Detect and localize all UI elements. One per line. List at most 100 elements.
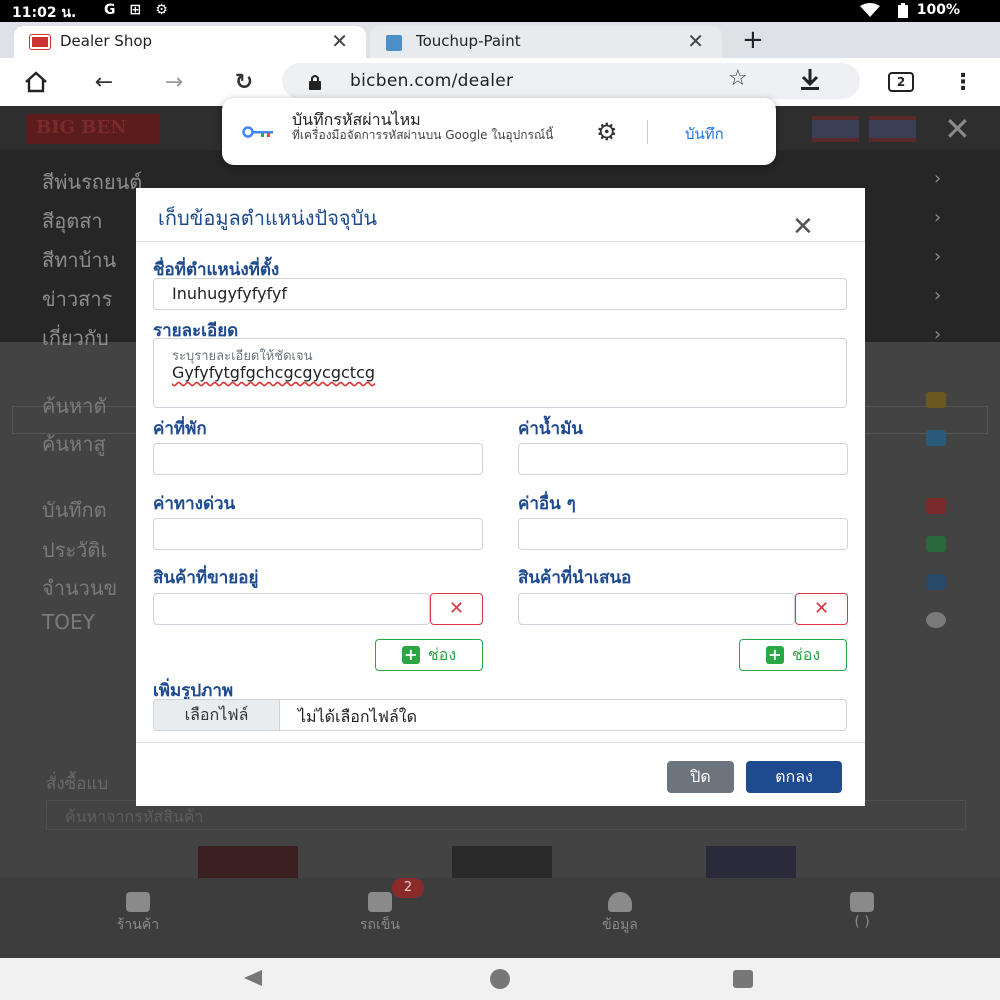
nav-contact[interactable]: ( ): [812, 892, 912, 930]
nav-store[interactable]: ร้านค้า: [88, 892, 188, 936]
nav-profile[interactable]: ข้อมูล: [570, 892, 670, 936]
download-icon[interactable]: [800, 69, 820, 91]
nav-label: ข้อมูล: [602, 917, 638, 933]
status-bar: 11:02 น. G ⊞ ⚙ 100%: [0, 0, 1000, 22]
lodging-cost-label: ค่าที่พัก: [153, 419, 207, 439]
cart-icon: [368, 892, 392, 912]
close-icon[interactable]: ✕: [792, 214, 814, 240]
battery-level: 100%: [916, 2, 960, 18]
side-menu-item[interactable]: TOEY: [42, 610, 95, 634]
more-menu-icon[interactable]: ⋮: [952, 70, 974, 95]
remove-sold-product-button[interactable]: ✕: [430, 593, 483, 625]
home-button[interactable]: [20, 66, 52, 98]
url-text[interactable]: bicben.com/dealer: [350, 71, 513, 91]
contact-book-icon: [850, 892, 874, 912]
lodging-cost-input[interactable]: [153, 443, 483, 475]
home-icon: [25, 71, 47, 93]
chevron-right-icon: ›: [934, 168, 942, 189]
tab-close-icon[interactable]: ✕: [687, 29, 704, 53]
add-offered-product-slot-button[interactable]: + ช่อง: [739, 639, 847, 671]
status-time: 11:02 น.: [12, 5, 77, 21]
divider: [647, 120, 648, 144]
products-sold-input[interactable]: [153, 593, 430, 625]
modal-header: เก็บข้อมูลตำแหน่งปัจจุบัน ✕: [136, 188, 865, 242]
menu-item[interactable]: เกี่ยวกับ: [42, 322, 109, 354]
gear-icon[interactable]: ⚙: [596, 118, 618, 146]
side-menu-item[interactable]: จำนวนข: [42, 572, 117, 604]
tab-title: Touchup-Paint: [416, 32, 521, 50]
touchup-favicon-icon: [386, 35, 402, 51]
tab-switcher-button[interactable]: 2: [888, 72, 914, 92]
side-menu-item[interactable]: ค้นหาตั: [42, 390, 106, 422]
history-icon: [926, 536, 946, 552]
modal-footer: ปิด ตกลง: [136, 742, 865, 806]
system-back-icon[interactable]: [244, 970, 262, 986]
settings-status-icon: ⚙: [155, 2, 168, 18]
toll-cost-input[interactable]: [153, 518, 483, 550]
reload-icon: ↻: [234, 69, 254, 95]
menu-item[interactable]: สีทาบ้าน: [42, 244, 116, 276]
toll-cost-label: ค่าทางด่วน: [153, 494, 236, 514]
location-name-input[interactable]: Inuhugyfyfyfyf: [153, 278, 847, 310]
close-button[interactable]: ปิด: [667, 761, 734, 793]
ok-button[interactable]: ตกลง: [746, 761, 842, 793]
tab-title: Dealer Shop: [60, 32, 153, 50]
tab-touchup-paint[interactable]: Touchup-Paint ✕: [370, 26, 722, 58]
save-password-button[interactable]: บันทึก: [685, 122, 724, 146]
order-label: สั่งซื้อแบ: [46, 774, 109, 794]
menu-close-icon[interactable]: ✕: [944, 110, 971, 148]
search-icon: [926, 392, 946, 408]
tab-close-icon[interactable]: ✕: [331, 29, 348, 53]
side-menu-item[interactable]: บันทึกต: [42, 494, 107, 526]
fuel-cost-label: ค่าน้ำมัน: [518, 419, 583, 439]
menu-item[interactable]: สีอุตสา: [42, 205, 103, 237]
bigben-logo: BIG BEN: [26, 114, 160, 144]
add-slot-label: ช่อง: [791, 644, 821, 664]
side-menu-item[interactable]: ประวัติเ: [42, 534, 107, 566]
image-file-input[interactable]: เลือกไฟล์ ไม่ได้เลือกไฟล์ใด: [153, 699, 847, 731]
chevron-right-icon: ›: [934, 207, 942, 228]
flag-th-icon[interactable]: [869, 116, 916, 142]
tab-dealer-shop[interactable]: Dealer Shop ✕: [14, 26, 366, 58]
system-home-icon[interactable]: [490, 969, 510, 989]
details-textarea[interactable]: ระบุรายละเอียดให้ชัดเจน Gyfyfytgfgchcgcg…: [153, 338, 847, 408]
menu-item[interactable]: ข่าวสาร: [42, 283, 112, 315]
wifi-icon: [860, 3, 880, 17]
menu-item[interactable]: สีพ่นรถยนต์: [42, 166, 142, 198]
forward-arrow-icon: →: [164, 69, 184, 95]
add-slot-label: ช่อง: [427, 644, 457, 664]
back-button[interactable]: ←: [88, 66, 120, 98]
nav-label: รถเข็น: [360, 917, 400, 933]
side-menu-item[interactable]: ค้นหาสู: [42, 428, 106, 460]
products-offered-input[interactable]: [518, 593, 795, 625]
choose-file-button[interactable]: เลือกไฟล์: [154, 700, 280, 730]
system-recents-icon[interactable]: [733, 970, 753, 988]
flag-en-icon[interactable]: [812, 116, 859, 142]
remove-offered-product-button[interactable]: ✕: [795, 593, 848, 625]
other-cost-label: ค่าอื่น ๆ: [518, 494, 576, 514]
bookmark-star-icon[interactable]: ☆: [728, 66, 748, 91]
other-cost-input[interactable]: [518, 518, 848, 550]
forward-button[interactable]: →: [158, 66, 190, 98]
fuel-cost-input[interactable]: [518, 443, 848, 475]
nav-label: ( ): [854, 914, 870, 930]
new-tab-button[interactable]: +: [742, 25, 764, 55]
plus-square-icon: +: [401, 646, 420, 664]
nav-cart[interactable]: รถเข็น: [330, 892, 430, 936]
plus-square-icon: +: [765, 646, 784, 664]
modal-title: เก็บข้อมูลตำแหน่งปัจจุบัน: [158, 206, 377, 230]
catalog-icon: [926, 430, 946, 446]
lock-icon: [309, 75, 321, 90]
google-icon: G: [104, 2, 116, 18]
no-file-chosen-text: ไม่ได้เลือกไฟล์ใด: [298, 707, 417, 726]
product-thumbnail[interactable]: [706, 846, 796, 882]
details-value: Gyfyfytgfgchcgcgycgctcg: [172, 363, 376, 382]
cart-count-badge: 2: [392, 878, 424, 898]
address-bar[interactable]: bicben.com/dealer ☆: [282, 63, 860, 99]
product-thumbnail[interactable]: [452, 846, 552, 882]
back-arrow-icon: ←: [94, 69, 114, 95]
add-sold-product-slot-button[interactable]: + ช่อง: [375, 639, 483, 671]
reload-button[interactable]: ↻: [228, 66, 260, 98]
product-thumbnail[interactable]: [198, 846, 298, 882]
notification-icon: ⊞: [129, 2, 142, 18]
